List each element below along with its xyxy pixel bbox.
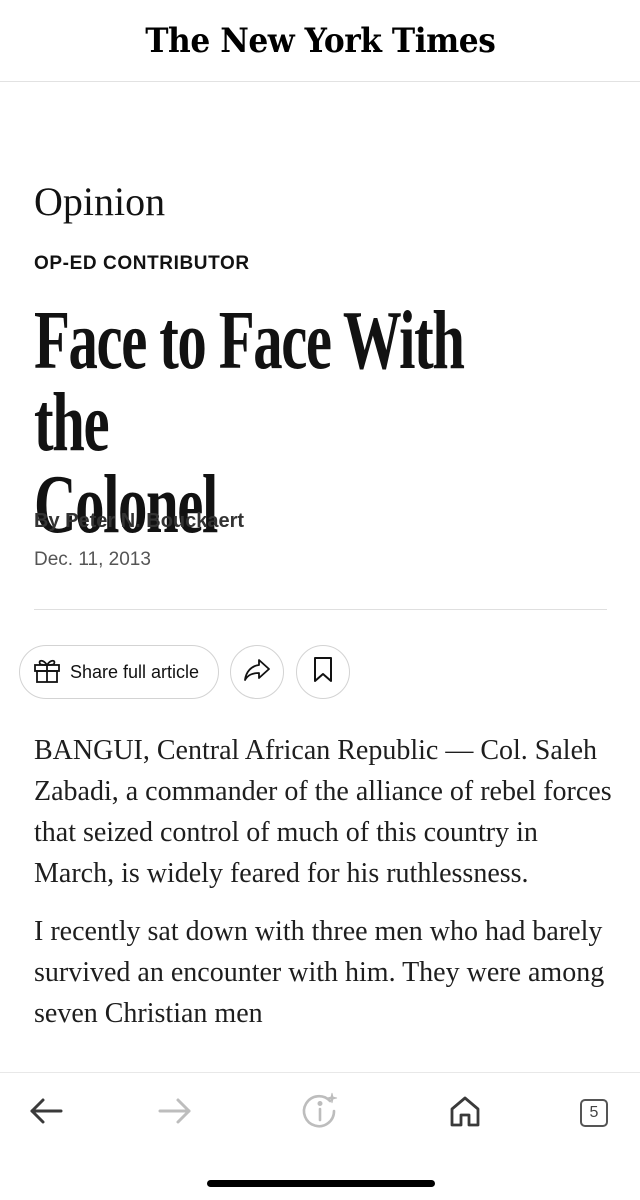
- page-info-button[interactable]: [298, 1091, 342, 1135]
- masthead: The New York Times: [0, 0, 640, 82]
- headline-line-1: Face to Face With the: [34, 294, 465, 469]
- tabs-button[interactable]: 5: [572, 1091, 616, 1135]
- arrow-right-icon: [157, 1097, 193, 1130]
- publish-date: Dec. 11, 2013: [34, 549, 151, 570]
- share-full-article-button[interactable]: Share full article: [19, 645, 219, 699]
- headline-line-2: Colonel: [34, 458, 218, 551]
- divider: [34, 609, 607, 610]
- article-kicker: OP-ED CONTRIBUTOR: [34, 253, 250, 274]
- paragraph: I recently sat down with three men who h…: [34, 916, 605, 1029]
- share-label: Share full article: [70, 661, 200, 682]
- bookmark-icon: [312, 656, 334, 689]
- share-arrow-icon: [242, 657, 272, 688]
- home-indicator[interactable]: [207, 1180, 435, 1187]
- byline[interactable]: By Peter N. Bouckaert: [34, 510, 244, 533]
- arrow-left-icon: [28, 1097, 64, 1130]
- paragraph: BANGUI, Central African Republic — Col. …: [34, 735, 612, 889]
- home-button[interactable]: [443, 1091, 487, 1135]
- share-button[interactable]: [230, 645, 284, 699]
- home-icon: [448, 1094, 482, 1133]
- tab-count-badge: 5: [580, 1099, 608, 1127]
- back-button[interactable]: [24, 1091, 68, 1135]
- section-label[interactable]: Opinion: [34, 180, 165, 224]
- info-sparkle-icon: [300, 1091, 340, 1136]
- article-body: BANGUI, Central African Republic — Col. …: [34, 730, 624, 1051]
- forward-button[interactable]: [153, 1091, 197, 1135]
- nyt-logo[interactable]: The New York Times: [145, 21, 496, 61]
- save-article-button[interactable]: [296, 645, 350, 699]
- gift-icon: [32, 655, 62, 690]
